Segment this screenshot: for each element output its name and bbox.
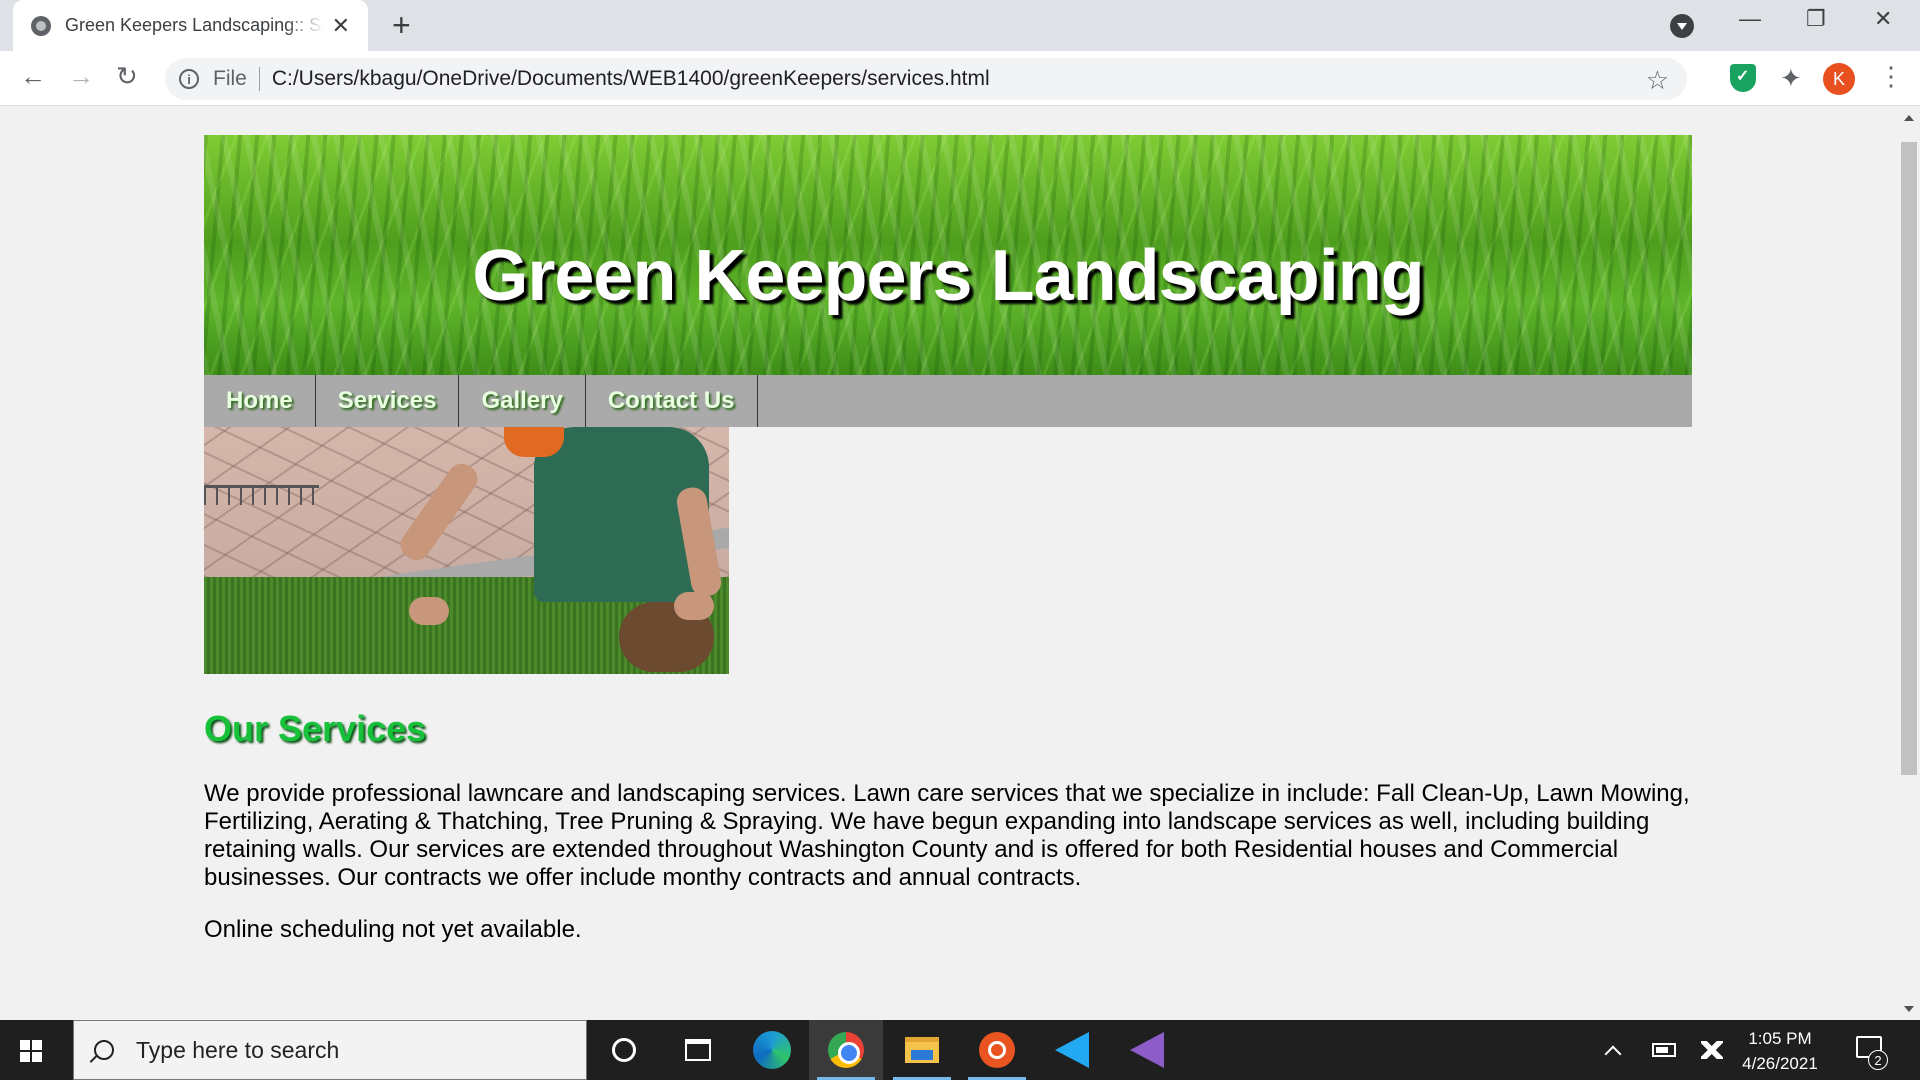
photo-hand-right: [674, 592, 714, 620]
back-icon[interactable]: ←: [20, 63, 46, 89]
taskbar-task-view[interactable]: [661, 1020, 735, 1080]
task-view-icon: [685, 1039, 711, 1061]
page-viewport: Green Keepers Landscaping Home Services …: [0, 107, 1898, 1020]
clock-time: 1:05 PM: [1748, 1029, 1812, 1048]
site-container: Green Keepers Landscaping Home Services …: [204, 135, 1692, 944]
forward-icon[interactable]: →: [68, 63, 94, 89]
bookmark-star-icon[interactable]: ☆: [1646, 65, 1669, 96]
windows-taskbar: Type here to search 1:05 PM 4/26/2021 2: [0, 1020, 1920, 1080]
banner-title: Green Keepers Landscaping: [472, 236, 1424, 316]
taskbar-chrome[interactable]: [809, 1020, 883, 1080]
close-tab-icon[interactable]: ✕: [332, 14, 350, 37]
extensions-puzzle-icon[interactable]: ✦: [1780, 65, 1802, 91]
taskbar-search-box[interactable]: Type here to search: [73, 1020, 587, 1080]
nav-gallery[interactable]: Gallery: [459, 375, 586, 427]
url-separator: [258, 67, 260, 91]
taskbar-file-explorer[interactable]: [885, 1020, 959, 1080]
chevron-up-icon: [1604, 1045, 1622, 1063]
taskbar-vscode[interactable]: [1035, 1020, 1109, 1080]
vertical-scrollbar[interactable]: [1898, 107, 1920, 1020]
chrome-icon: [828, 1032, 864, 1068]
url-text[interactable]: C:/Users/kbagu/OneDrive/Documents/WEB140…: [272, 67, 990, 91]
photo-hand-left: [409, 597, 449, 625]
dropbox-icon: [1701, 1041, 1723, 1059]
dropbox-tray[interactable]: [1701, 1020, 1723, 1080]
shield-extension-icon[interactable]: [1730, 64, 1756, 92]
services-description: We provide professional lawncare and lan…: [204, 780, 1690, 891]
profile-avatar[interactable]: K: [1823, 63, 1855, 95]
taskbar-visual-studio[interactable]: [1110, 1020, 1184, 1080]
globe-icon: [31, 15, 51, 36]
edge-icon: [753, 1031, 791, 1069]
visual-studio-icon: [1130, 1032, 1164, 1068]
url-scheme-label: File: [213, 67, 247, 90]
services-heading: Our Services: [204, 708, 427, 749]
browser-toolbar: ← → ↻ i File C:/Users/kbagu/OneDrive/Doc…: [0, 51, 1920, 106]
info-icon[interactable]: i: [179, 69, 199, 89]
browser-tab[interactable]: Green Keepers Landscaping:: Services ✕: [13, 0, 368, 51]
restore-button[interactable]: ❐: [1806, 8, 1826, 30]
taskbar-cortana[interactable]: [587, 1020, 661, 1080]
nav-contact-us[interactable]: Contact Us: [586, 375, 758, 427]
windows-start-icon[interactable]: [20, 1040, 42, 1062]
photo-worker-shirt: [504, 427, 564, 457]
reload-icon[interactable]: ↻: [116, 63, 138, 89]
sod-laying-photo: [204, 427, 729, 674]
search-placeholder: Type here to search: [136, 1036, 340, 1063]
new-tab-button[interactable]: +: [392, 9, 411, 41]
close-window-button[interactable]: ✕: [1874, 8, 1892, 30]
vscode-icon: [1055, 1032, 1089, 1068]
scroll-thumb[interactable]: [1901, 142, 1917, 775]
clock-date: 4/26/2021: [1742, 1054, 1818, 1073]
browser-tab-strip: Green Keepers Landscaping:: Services ✕ +…: [0, 0, 1920, 51]
minimize-button[interactable]: —: [1739, 8, 1761, 30]
notification-badge: 2: [1868, 1050, 1888, 1070]
taskbar-clock[interactable]: 1:05 PM 4/26/2021: [1730, 1026, 1830, 1076]
nav-services[interactable]: Services: [316, 375, 460, 427]
scroll-down-arrow-icon[interactable]: [1904, 1006, 1914, 1012]
banner: Green Keepers Landscaping: [204, 135, 1692, 375]
taskbar-ubuntu[interactable]: [960, 1020, 1034, 1080]
cortana-icon: [612, 1038, 636, 1062]
tab-title: Green Keepers Landscaping:: Services: [65, 15, 324, 35]
folder-icon: [905, 1037, 939, 1063]
address-bar[interactable]: i File C:/Users/kbagu/OneDrive/Documents…: [165, 58, 1687, 100]
scheduling-note: Online scheduling not yet available.: [204, 916, 582, 943]
photo-rake: [204, 485, 319, 505]
site-nav: Home Services Gallery Contact Us: [204, 375, 1692, 427]
battery-status[interactable]: [1652, 1020, 1676, 1080]
show-hidden-icons[interactable]: [1604, 1020, 1622, 1080]
browser-menu-icon[interactable]: ⋮: [1878, 63, 1904, 89]
search-icon: [94, 1040, 114, 1060]
battery-icon: [1652, 1043, 1676, 1057]
ubuntu-icon: [979, 1032, 1015, 1068]
tab-search-icon[interactable]: [1670, 14, 1694, 38]
nav-home[interactable]: Home: [204, 375, 316, 427]
taskbar-edge[interactable]: [735, 1020, 809, 1080]
scroll-up-arrow-icon[interactable]: [1904, 115, 1914, 121]
